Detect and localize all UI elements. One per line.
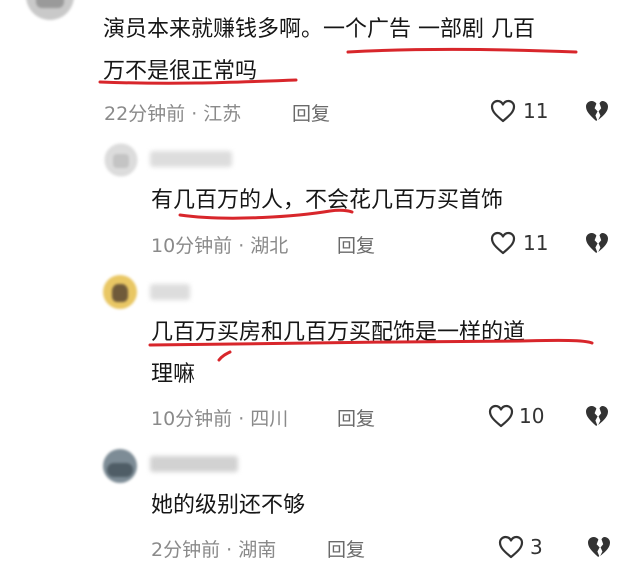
avatar[interactable] [103,449,137,483]
like-count: 3 [530,535,543,559]
heart-outline-icon[interactable] [490,231,516,255]
comment-text: 几百万买房和几百万买配饰是一样的道 理嘛 [151,318,525,390]
comment-text: 她的级别还不够 [151,491,305,521]
avatar[interactable] [104,143,138,177]
reply-button[interactable]: 回复 [292,99,330,126]
comment-meta: 10分钟前 · 四川 [151,408,289,430]
comment-meta: 10分钟前 · 湖北 [151,235,289,257]
avatar[interactable] [103,275,137,309]
username-redacted[interactable] [150,151,232,167]
heart-outline-icon[interactable] [488,404,514,428]
like-count: 11 [523,231,549,255]
comment-text-line: 理嘛 [151,362,196,387]
comment-text-line: 她的级别还不够 [151,493,306,518]
comment-meta: 2分钟前 · 湖南 [151,539,277,561]
avatar[interactable] [26,0,74,20]
heart-outline-icon[interactable] [490,99,516,123]
username-redacted[interactable] [150,284,190,300]
comment-text-line: 演员本来就赚钱多啊。一个广告 一部剧 几百 [103,17,535,42]
username-redacted[interactable] [150,456,238,472]
reply-button[interactable]: 回复 [337,404,375,431]
comment-text-line: 万不是很正常吗 [103,59,258,84]
comment-text: 有几百万的人，不会花几百万买首饰 [151,186,503,216]
like-count: 10 [519,404,545,428]
comment-text: 演员本来就赚钱多啊。一个广告 一部剧 几百 万不是很正常吗 [103,15,535,87]
reply-button[interactable]: 回复 [337,231,375,258]
heart-outline-icon[interactable] [498,535,524,559]
broken-heart-icon[interactable] [586,535,612,559]
reply-button[interactable]: 回复 [327,535,365,562]
like-count: 11 [523,99,549,123]
broken-heart-icon[interactable] [584,404,610,428]
comment-text-line: 几百万买房和几百万买配饰是一样的道 [151,320,526,345]
comment-text-line: 有几百万的人，不会花几百万买首饰 [151,188,504,213]
broken-heart-icon[interactable] [584,231,610,255]
comment-meta: 22分钟前 · 江苏 [104,103,242,125]
broken-heart-icon[interactable] [584,99,610,123]
